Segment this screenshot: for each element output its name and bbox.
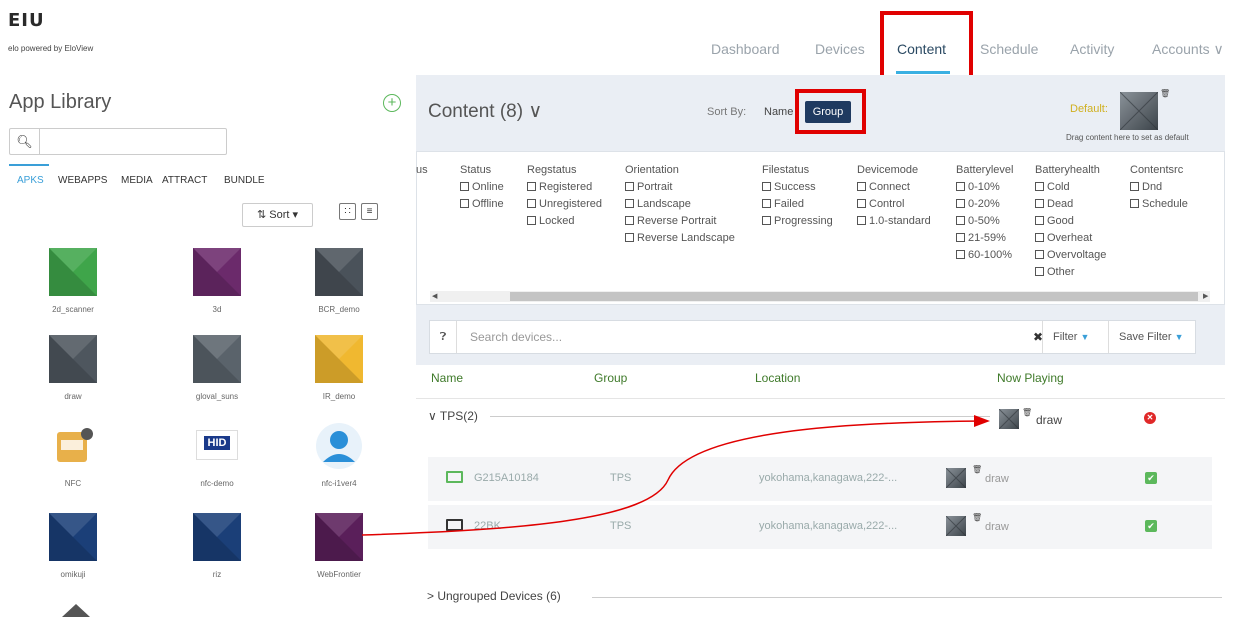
annotation-arrow bbox=[361, 415, 990, 536]
